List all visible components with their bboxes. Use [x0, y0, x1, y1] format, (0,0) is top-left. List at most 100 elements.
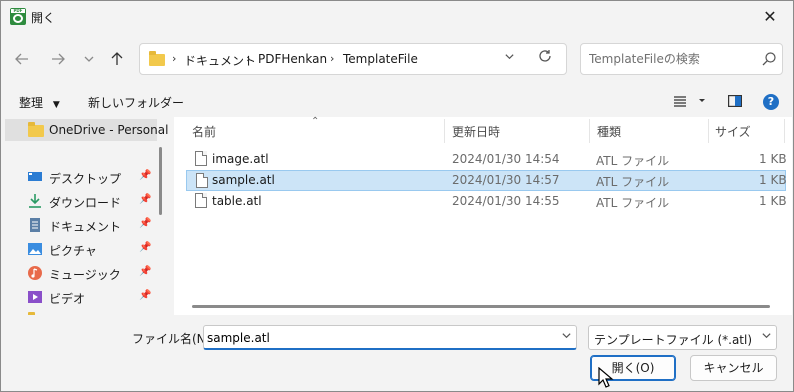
- preview-pane-button[interactable]: [728, 93, 743, 111]
- nav-scrollbar[interactable]: [159, 147, 162, 215]
- filename-dropdown-button[interactable]: [561, 330, 572, 344]
- nav-item-label: ダウンロード: [49, 196, 122, 210]
- preview-pane-icon: [728, 95, 743, 108]
- title-bar: PDF 開く ✕: [1, 1, 793, 32]
- file-type: ATL ファイル: [596, 175, 670, 189]
- open-file-dialog: PDF 開く ✕ › ドキュメント › PDFHenkan › Template…: [0, 0, 794, 392]
- new-folder-button[interactable]: 新しいフォルダー: [88, 94, 184, 111]
- file-size: 1 KB: [759, 173, 787, 187]
- file-size: 1 KB: [759, 194, 787, 208]
- file-icon: [195, 193, 207, 208]
- file-row[interactable]: image.atl 2024/01/30 14:54 ATL ファイル 1 KB: [186, 149, 787, 170]
- file-icon: [195, 151, 207, 166]
- nav-item-music[interactable]: ミュージック 📌: [1, 262, 161, 284]
- breadcrumb-templatefile[interactable]: TemplateFile: [343, 52, 418, 66]
- close-icon: ✕: [763, 7, 777, 26]
- pin-icon[interactable]: 📌: [139, 218, 151, 229]
- nav-item-documents[interactable]: ドキュメント 📌: [1, 214, 161, 236]
- nav-item-label: ミュージック: [49, 268, 121, 282]
- filename-combobox[interactable]: [203, 325, 577, 350]
- filter-value: テンプレートファイル (*.atl): [594, 333, 753, 347]
- file-type-filter[interactable]: テンプレートファイル (*.atl): [588, 325, 777, 350]
- file-date: 2024/01/30 14:55: [452, 194, 560, 208]
- nav-item-downloads[interactable]: ダウンロード 📌: [1, 190, 161, 212]
- forward-button[interactable]: [46, 47, 70, 71]
- column-divider[interactable]: [444, 119, 445, 143]
- pin-icon[interactable]: 📌: [139, 194, 151, 205]
- music-icon: [28, 266, 42, 280]
- filename-input[interactable]: [207, 330, 547, 346]
- mouse-cursor-icon: [598, 367, 614, 388]
- download-icon: [29, 194, 41, 208]
- arrow-left-icon: [15, 53, 28, 65]
- horizontal-scrollbar[interactable]: [192, 305, 770, 308]
- cancel-button[interactable]: キャンセル: [690, 355, 777, 381]
- organize-menu[interactable]: 整理 ▼: [19, 94, 60, 111]
- column-header-date[interactable]: 更新日時: [452, 123, 500, 140]
- refresh-button[interactable]: [538, 49, 552, 67]
- help-button[interactable]: ?: [763, 94, 779, 110]
- chevron-right-icon: ›: [330, 52, 335, 65]
- search-input[interactable]: [589, 50, 754, 68]
- folder-icon: [149, 51, 165, 66]
- desktop-icon: [28, 172, 42, 181]
- column-divider[interactable]: [784, 119, 785, 143]
- caret-down-icon: [698, 99, 705, 102]
- search-box[interactable]: [580, 43, 783, 75]
- arrow-up-icon: [111, 52, 123, 65]
- folder-icon: [28, 122, 44, 137]
- nav-item-label: ピクチャ: [49, 244, 97, 258]
- view-options-button[interactable]: [673, 93, 707, 112]
- column-header-name[interactable]: 名前: [192, 123, 216, 140]
- column-header-type[interactable]: 種類: [597, 123, 621, 140]
- file-type: ATL ファイル: [596, 154, 670, 168]
- pin-icon[interactable]: 📌: [139, 242, 151, 253]
- document-icon: [30, 218, 40, 232]
- file-date: 2024/01/30 14:54: [452, 152, 560, 166]
- list-view-icon: [674, 96, 686, 107]
- nav-item-label: OneDrive - Personal: [49, 123, 169, 137]
- nav-item-desktop[interactable]: デスクトップ 📌: [1, 166, 161, 188]
- file-name: sample.atl: [212, 173, 275, 187]
- chevron-down-icon: [505, 54, 514, 60]
- breadcrumb-pdfhenkan[interactable]: PDFHenkan: [258, 52, 327, 66]
- address-bar[interactable]: › ドキュメント › PDFHenkan › TemplateFile: [139, 43, 567, 75]
- file-type: ATL ファイル: [596, 196, 670, 210]
- file-row[interactable]: table.atl 2024/01/30 14:55 ATL ファイル 1 KB: [186, 191, 787, 212]
- file-icon: [196, 173, 208, 188]
- column-divider[interactable]: [589, 119, 590, 143]
- chevron-right-icon: ›: [246, 52, 251, 65]
- close-button[interactable]: ✕: [747, 1, 793, 32]
- arrow-right-icon: [52, 53, 65, 65]
- picture-icon: [28, 243, 42, 255]
- app-icon: PDF: [10, 8, 26, 25]
- caret-down-icon: ▼: [52, 100, 60, 110]
- nav-item-onedrive[interactable]: OneDrive - Personal: [5, 119, 168, 141]
- file-name: table.atl: [212, 194, 262, 208]
- window-title: 開く: [31, 11, 56, 25]
- pin-icon[interactable]: 📌: [139, 170, 151, 181]
- column-divider[interactable]: [708, 119, 709, 143]
- chevron-right-icon: ›: [172, 52, 177, 65]
- search-icon[interactable]: [761, 51, 777, 67]
- address-history-button[interactable]: [504, 51, 515, 65]
- video-icon: [28, 291, 42, 303]
- recent-locations-button[interactable]: [77, 47, 101, 71]
- filter-dropdown-button[interactable]: [761, 330, 772, 344]
- nav-item-label: ドキュメント: [49, 220, 122, 234]
- sort-ascending-icon: ⌃: [311, 116, 320, 127]
- navigation-pane: OneDrive - Personal デスクトップ 📌 ダウンロード 📌 ドキ…: [1, 117, 171, 315]
- file-size: 1 KB: [759, 152, 787, 166]
- file-row[interactable]: sample.atl 2024/01/30 14:57 ATL ファイル 1 K…: [186, 170, 787, 191]
- organize-label: 整理: [19, 96, 44, 110]
- up-button[interactable]: [105, 47, 129, 71]
- back-button[interactable]: [10, 47, 34, 71]
- refresh-icon: [539, 50, 551, 62]
- chevron-down-icon: [84, 56, 94, 62]
- chevron-down-icon: [762, 333, 771, 339]
- pin-icon[interactable]: 📌: [139, 266, 151, 277]
- nav-item-pictures[interactable]: ピクチャ 📌: [1, 238, 161, 260]
- column-header-size[interactable]: サイズ: [715, 123, 751, 140]
- pin-icon[interactable]: 📌: [139, 290, 151, 301]
- nav-item-videos[interactable]: ビデオ 📌: [1, 286, 161, 308]
